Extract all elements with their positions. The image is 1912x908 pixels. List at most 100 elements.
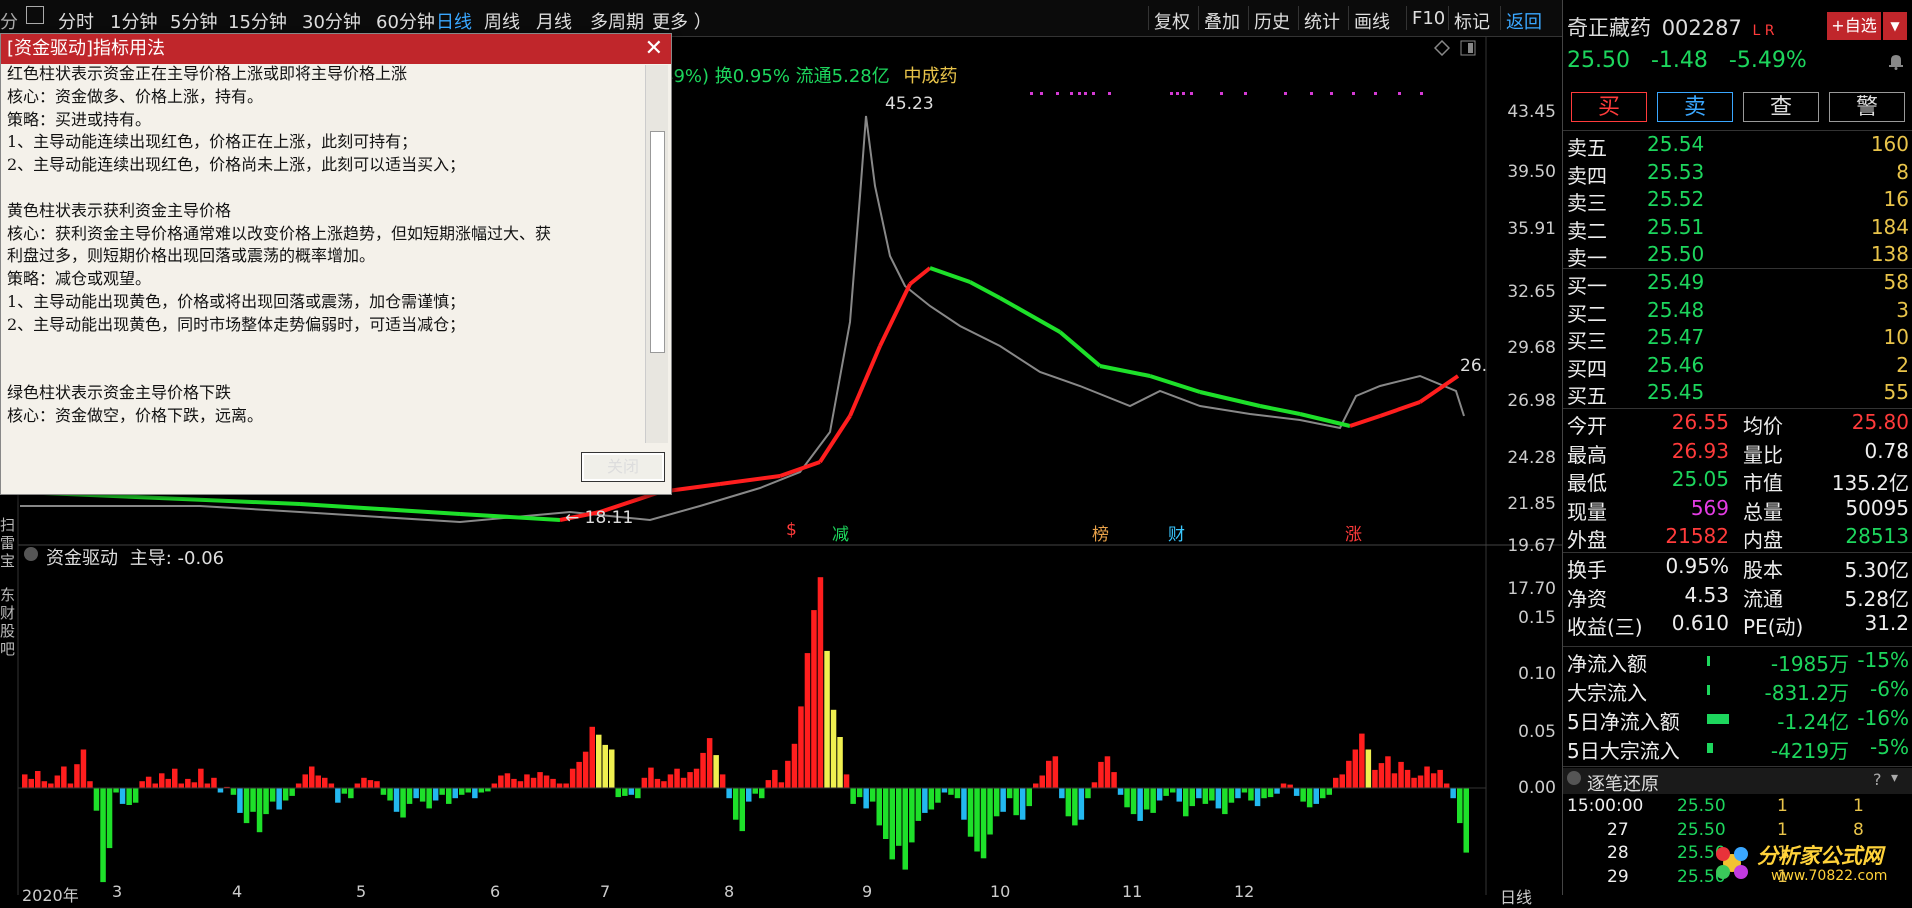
indicator-name[interactable]: 资金驱动 bbox=[46, 548, 118, 569]
dialog-title: [资金驱动]指标用法 bbox=[7, 38, 166, 59]
event-marker[interactable]: $ bbox=[786, 520, 797, 540]
indicator-bar bbox=[1176, 788, 1182, 802]
indicator-bar bbox=[1254, 788, 1261, 807]
book-row[interactable]: 买二 25.48 3 bbox=[1567, 298, 1909, 326]
tick-row: 27 25.50 1 8 bbox=[1567, 820, 1909, 842]
indicator-bar bbox=[250, 788, 256, 812]
event-marker[interactable]: 涨 bbox=[1345, 520, 1362, 545]
dialog-scrollbar[interactable] bbox=[645, 65, 668, 443]
period-tab[interactable]: 更多 ） bbox=[652, 8, 712, 34]
sell-button[interactable]: 卖 bbox=[1657, 92, 1733, 122]
indicator-bar bbox=[322, 777, 328, 788]
price-tick: 26.98 bbox=[1507, 391, 1556, 411]
book-row[interactable]: 卖五 25.54 160 bbox=[1567, 132, 1909, 160]
stat-key: 最高 bbox=[1567, 442, 1607, 467]
event-marker[interactable]: 减 bbox=[832, 520, 849, 545]
indicator-bar bbox=[1457, 788, 1463, 824]
watermark-text: 分析家公式网 bbox=[1757, 844, 1883, 868]
period-tab[interactable]: 30分钟 bbox=[302, 8, 361, 34]
close-x-icon[interactable]: ✕ bbox=[645, 34, 663, 64]
book-row[interactable]: 买五 25.45 55 bbox=[1567, 380, 1909, 408]
period-tab[interactable]: 多周期 bbox=[590, 8, 644, 34]
indicator-bar bbox=[1274, 788, 1280, 794]
sector-tag[interactable]: 中成药 bbox=[903, 66, 957, 87]
indicator-tick: 0.10 bbox=[1518, 664, 1556, 684]
buy-button[interactable]: 买 bbox=[1571, 92, 1647, 122]
book-row[interactable]: 买四 25.46 2 bbox=[1567, 353, 1909, 381]
indicator-bar bbox=[126, 788, 132, 805]
book-row[interactable]: 买三 25.47 10 bbox=[1567, 325, 1909, 353]
indicator-bar bbox=[485, 788, 491, 792]
help-icon[interactable]: ? bbox=[1873, 770, 1882, 789]
indicator-tick: 0.05 bbox=[1518, 722, 1556, 742]
indicator-bar bbox=[452, 788, 458, 799]
bell-icon[interactable] bbox=[1887, 52, 1905, 70]
info-text: 49%) 换0.95% 流通5.28亿 bbox=[662, 66, 890, 87]
indicator-bar bbox=[211, 777, 217, 788]
indicator-bar bbox=[589, 726, 595, 788]
book-row[interactable]: 买一 25.49 58 bbox=[1567, 270, 1909, 298]
watermark-logo-icon bbox=[1716, 847, 1748, 879]
dialog-text-line: 红色柱状表示资金正在主导价格上涨或即将主导价格上涨 bbox=[7, 65, 408, 83]
alert-button[interactable]: 警 bbox=[1829, 92, 1905, 122]
indicator-bar bbox=[1117, 788, 1124, 795]
watchlist-dropdown-icon[interactable]: ▼ bbox=[1883, 12, 1907, 40]
indicator-bar bbox=[426, 788, 432, 809]
book-row[interactable]: 卖一 25.50 138 bbox=[1567, 242, 1909, 270]
date-tick: 6 bbox=[490, 882, 501, 901]
stat-value: 28513 bbox=[1845, 524, 1909, 548]
event-marker[interactable]: 财 bbox=[1168, 520, 1185, 545]
period-tab[interactable]: 15分钟 bbox=[228, 8, 287, 34]
scrollbar-thumb[interactable] bbox=[650, 131, 665, 353]
book-row[interactable]: 卖二 25.51 184 bbox=[1567, 215, 1909, 243]
collapse-indicator-icon[interactable] bbox=[24, 547, 38, 561]
book-row[interactable]: 卖四 25.53 8 bbox=[1567, 160, 1909, 188]
tool-button[interactable]: F10 bbox=[1412, 8, 1445, 29]
flow-pct: -16% bbox=[1857, 706, 1909, 730]
indicator-bar bbox=[1398, 761, 1404, 788]
tool-button[interactable]: 叠加 bbox=[1204, 8, 1240, 34]
period-tab[interactable]: 1分钟 bbox=[110, 8, 157, 34]
indicator-bar bbox=[798, 706, 804, 788]
layout-toggle-icon[interactable] bbox=[26, 6, 44, 24]
indicator-bar bbox=[537, 772, 543, 788]
price-tick: 17.70 bbox=[1507, 579, 1556, 599]
period-tab[interactable]: 5分钟 bbox=[170, 8, 217, 34]
dialog-text-line: 1、主导动能出现黄色，价格或将出现回落或震荡，加仓需谨慎； bbox=[7, 292, 466, 311]
guba-link[interactable]: 东财股吧 bbox=[0, 586, 16, 658]
indicator-bar bbox=[315, 775, 321, 788]
minesweeper-link[interactable]: 扫雷宝 bbox=[0, 516, 16, 570]
event-marker[interactable]: 榜 bbox=[1092, 520, 1109, 545]
collapse-ticks-icon[interactable] bbox=[1567, 771, 1581, 785]
query-button[interactable]: 查 bbox=[1743, 92, 1819, 122]
tool-button[interactable]: 标记 bbox=[1454, 8, 1490, 34]
diamond-icon[interactable] bbox=[1433, 39, 1451, 57]
price-tick: 32.65 bbox=[1507, 282, 1556, 302]
tool-button[interactable]: 统计 bbox=[1304, 8, 1340, 34]
book-row[interactable]: 卖三 25.52 16 bbox=[1567, 187, 1909, 215]
period-tab[interactable]: 周线 bbox=[484, 8, 520, 34]
price-change-pct: -5.49% bbox=[1728, 48, 1807, 73]
indicator-bar bbox=[622, 788, 628, 796]
period-tab[interactable]: 60分钟 bbox=[376, 8, 435, 34]
flow-bar bbox=[1707, 743, 1713, 753]
indicator-bar bbox=[530, 777, 537, 788]
close-button[interactable]: 关闭 bbox=[581, 452, 665, 482]
tool-button[interactable]: 复权 bbox=[1154, 8, 1190, 34]
dialog-titlebar[interactable]: [资金驱动]指标用法 ✕ bbox=[1, 34, 671, 64]
indicator-bar bbox=[28, 778, 34, 788]
indicator-bar bbox=[217, 788, 224, 793]
tool-button[interactable]: 画线 bbox=[1354, 8, 1390, 34]
flow-value: -831.2万 bbox=[1764, 681, 1849, 705]
period-tab[interactable]: 分时 bbox=[58, 8, 94, 34]
tool-button[interactable]: 返回 bbox=[1506, 8, 1542, 34]
indicator-bar bbox=[459, 788, 465, 795]
indicator-bar bbox=[106, 788, 113, 849]
period-tab[interactable]: 月线 bbox=[536, 8, 572, 34]
expand-icon[interactable]: ▾ bbox=[1891, 770, 1898, 786]
period-tab[interactable]: 日线 bbox=[436, 8, 472, 34]
indicator-help-dialog: [资金驱动]指标用法 ✕ 红色柱状表示资金正在主导价格上涨或即将主导价格上涨 核… bbox=[0, 33, 672, 495]
panel-toggle-icon[interactable] bbox=[1460, 40, 1476, 56]
tool-button[interactable]: 历史 bbox=[1254, 8, 1290, 34]
add-watchlist-button[interactable]: +自选 bbox=[1827, 12, 1881, 40]
